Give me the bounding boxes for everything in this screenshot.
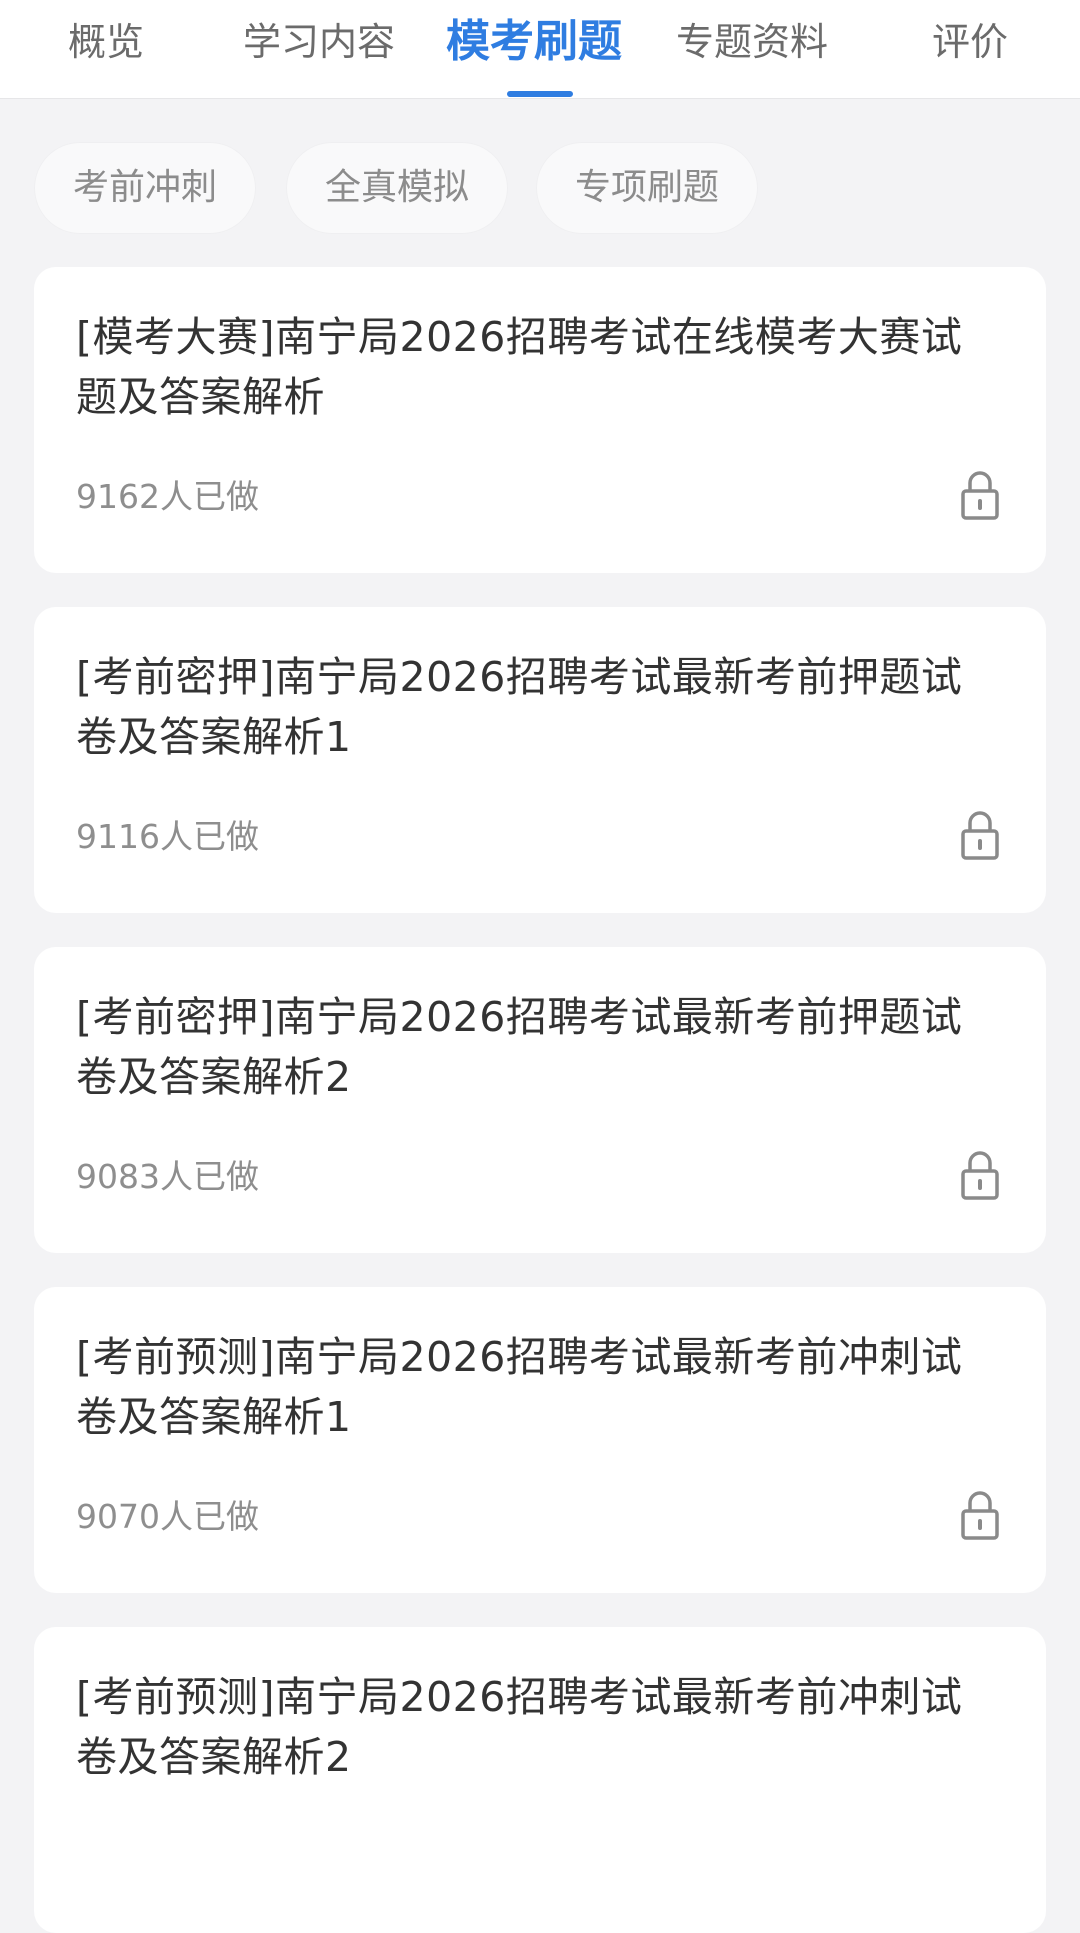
exam-card[interactable]: [考前预测]南宁局2026招聘考试最新考前冲刺试 卷及答案解析1 9070人已做: [34, 1287, 1046, 1593]
tab-reviews[interactable]: 评价: [932, 14, 1008, 70]
exam-card-title: [考前密押]南宁局2026招聘考试最新考前押题试 卷及答案解析2: [76, 993, 963, 1101]
exam-card-title: [考前密押]南宁局2026招聘考试最新考前押题试 卷及答案解析1: [76, 653, 963, 761]
exam-card-title: [考前预测]南宁局2026招聘考试最新考前冲刺试 卷及答案解析1: [76, 1333, 963, 1441]
tab-topic-materials[interactable]: 专题资料: [676, 14, 828, 70]
exam-card[interactable]: [考前密押]南宁局2026招聘考试最新考前押题试 卷及答案解析1 9116人已做: [34, 607, 1046, 913]
exam-card-count: 9070人已做: [76, 1497, 259, 1536]
exam-card[interactable]: [考前密押]南宁局2026招聘考试最新考前押题试 卷及答案解析2 9083人已做: [34, 947, 1046, 1253]
filter-chip-full-mock[interactable]: 全真模拟: [286, 142, 508, 234]
lock-icon: [961, 1491, 999, 1540]
filter-chip-sprint[interactable]: 考前冲刺: [34, 142, 256, 234]
exam-card-count: 9162人已做: [76, 477, 259, 516]
top-tab-bar: 概览 学习内容 模考刷题 专题资料 评价: [0, 0, 1080, 99]
lock-icon: [961, 471, 999, 520]
exam-card-count: 9116人已做: [76, 817, 259, 856]
active-tab-indicator: [507, 91, 573, 97]
exam-card-title: [考前预测]南宁局2026招聘考试最新考前冲刺试 卷及答案解析2: [76, 1673, 963, 1781]
tab-learning-content[interactable]: 学习内容: [243, 14, 395, 70]
lock-icon: [961, 1151, 999, 1200]
filter-chip-topic-practice[interactable]: 专项刷题: [536, 142, 758, 234]
exam-card[interactable]: [模考大赛]南宁局2026招聘考试在线模考大赛试 题及答案解析 9162人已做: [34, 267, 1046, 573]
exam-card[interactable]: [考前预测]南宁局2026招聘考试最新考前冲刺试 卷及答案解析2: [34, 1627, 1046, 1933]
exam-card-title: [模考大赛]南宁局2026招聘考试在线模考大赛试 题及答案解析: [76, 313, 963, 421]
tab-mock-exams[interactable]: 模考刷题: [446, 14, 622, 70]
exam-card-count: 9083人已做: [76, 1157, 259, 1196]
lock-icon: [961, 811, 999, 860]
tab-overview[interactable]: 概览: [68, 14, 144, 70]
